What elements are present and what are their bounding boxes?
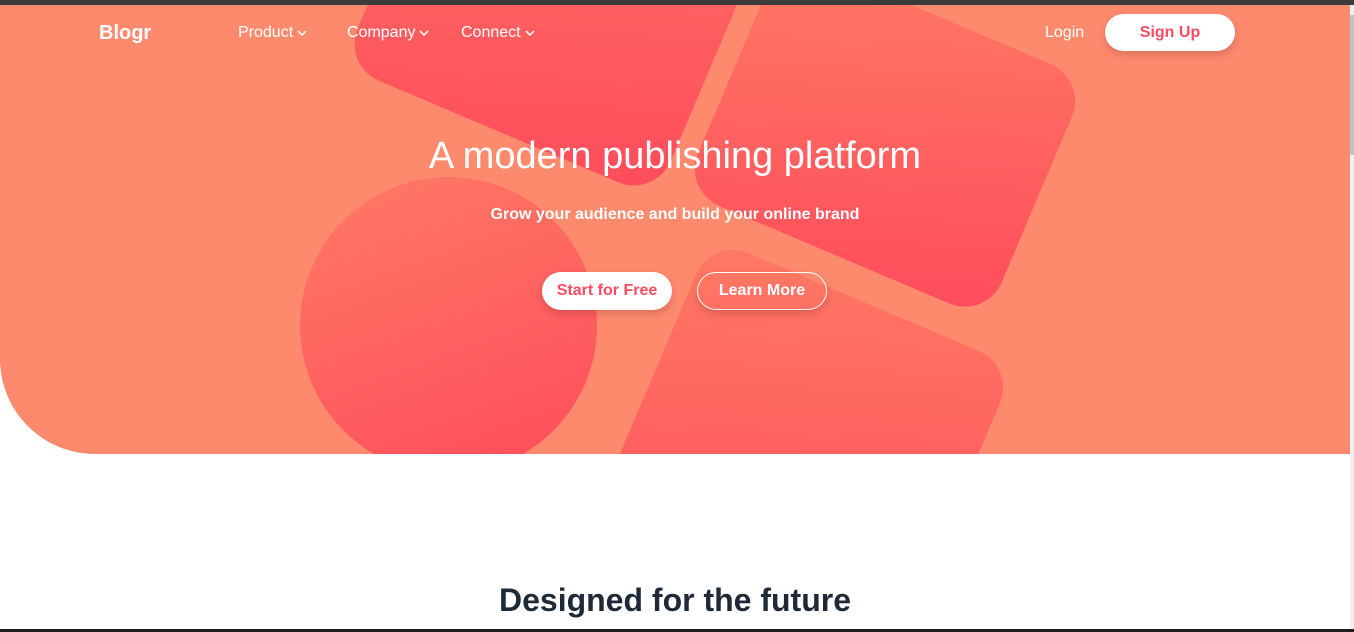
nav-item-label: Connect [461,24,521,41]
section-title: Designed for the future [498,582,851,618]
signup-button[interactable]: Sign Up [1105,14,1235,51]
nav-item-product[interactable]: Product [238,24,307,42]
navbar: Blogr Product Company Connect Login Sign… [0,5,1350,63]
login-link[interactable]: Login [1045,24,1084,42]
nav-item-connect[interactable]: Connect [461,24,535,42]
chevron-down-icon [419,30,430,37]
hero-subtitle: Grow your audience and build your online… [490,206,860,223]
logo[interactable]: Blogr [99,22,151,45]
nav-item-company[interactable]: Company [347,24,430,42]
scrollbar[interactable] [1350,5,1354,632]
nav-item-label: Product [238,24,294,41]
scrollbar-thumb[interactable] [1350,15,1354,155]
learn-more-button[interactable]: Learn More [697,272,827,310]
start-free-button[interactable]: Start for Free [542,272,672,310]
chevron-down-icon [297,30,307,37]
hero-section [0,5,1350,454]
nav-item-label: Company [347,24,416,41]
chevron-down-icon [525,30,535,37]
hero-title: A modern publishing platform [428,135,922,177]
